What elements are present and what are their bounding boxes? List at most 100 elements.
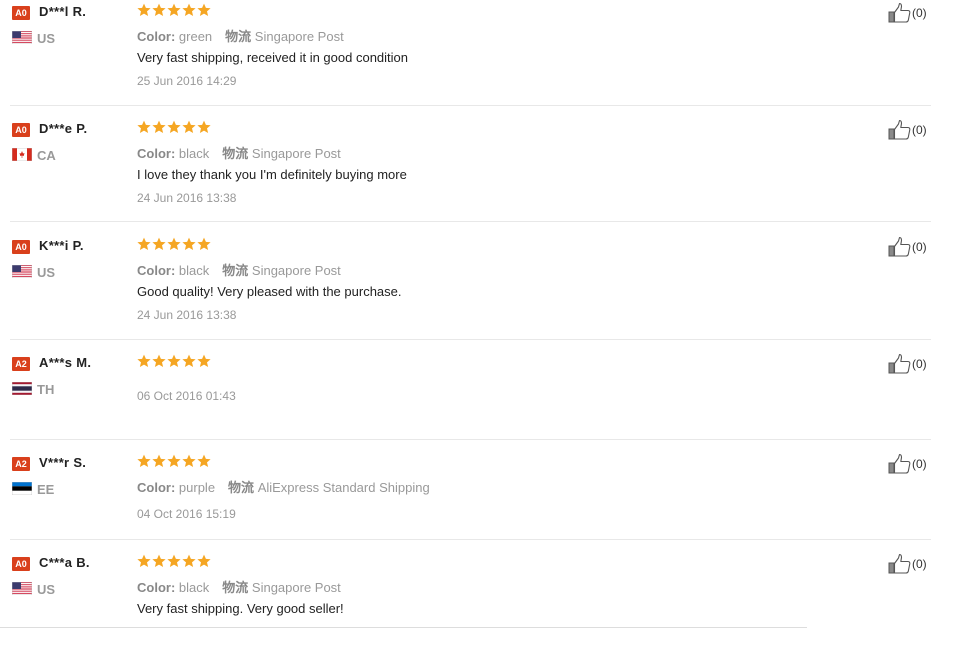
color-label: Color: (137, 146, 176, 161)
order-info: Color: black 物流 Singapore Post (137, 143, 341, 162)
helpful-button[interactable]: (0) (888, 353, 927, 375)
helpful-count: (0) (912, 123, 927, 137)
color-label: Color: (137, 263, 176, 278)
helpful-button[interactable]: (0) (888, 2, 927, 24)
order-info: Color: black 物流 Singapore Post (137, 577, 341, 596)
star-rating (137, 554, 212, 570)
helpful-button[interactable]: (0) (888, 553, 927, 575)
buyer-level-badge: A0 (12, 240, 30, 254)
us-flag-icon (12, 265, 32, 278)
thumbs-up-icon (888, 236, 911, 257)
buyer-country: US (37, 265, 56, 280)
thumbs-up-icon (888, 553, 911, 574)
review-text: Very fast shipping, received it in good … (137, 50, 409, 65)
star-icon (197, 120, 211, 133)
thumbs-up-icon (888, 353, 911, 374)
review-item: A0 C***a B. US Color: black 物流 Singapore Pos… (10, 551, 931, 627)
star-icon (167, 237, 181, 250)
star-rating (137, 237, 212, 253)
shipping-label: 物流 (225, 29, 252, 44)
star-icon (182, 237, 196, 250)
buyer-level-badge: A0 (12, 557, 30, 571)
star-rating (137, 354, 212, 370)
color-value: black (178, 263, 210, 278)
star-icon (152, 454, 166, 467)
review-item: A0 K***i P. US Color: black 物流 Singapore Pos… (10, 234, 931, 340)
helpful-button[interactable]: (0) (888, 236, 927, 258)
star-icon (152, 237, 166, 250)
shipping-label: 物流 (222, 263, 249, 278)
color-value: green (178, 29, 213, 44)
review-date: 04 Oct 2016 15:19 (137, 507, 236, 521)
star-icon (167, 120, 181, 133)
thumbs-up-icon (888, 119, 911, 140)
star-icon (137, 354, 151, 367)
star-icon (152, 120, 166, 133)
star-icon (152, 3, 166, 16)
review-text: I love they thank you I'm definitely buy… (137, 167, 407, 182)
review-date: 24 Jun 2016 13:38 (137, 308, 237, 322)
review-item: A2 V***r S. EE Color: purple 物流 AliExpress S… (10, 451, 931, 540)
star-icon (197, 554, 211, 567)
shipping-value: Singapore Post (251, 263, 341, 278)
star-icon (152, 554, 166, 567)
color-value: black (178, 580, 210, 595)
star-icon (182, 554, 196, 567)
star-icon (182, 354, 196, 367)
review-date: 24 Jun 2016 13:38 (137, 191, 237, 205)
helpful-button[interactable]: (0) (888, 453, 927, 475)
buyer-name: C***a B. (39, 555, 90, 570)
review-text: Good quality! Very pleased with the purc… (137, 284, 402, 299)
thumbs-up-icon (888, 2, 911, 23)
star-rating (137, 454, 212, 470)
star-icon (182, 120, 196, 133)
color-label: Color: (137, 480, 176, 495)
star-icon (167, 354, 181, 367)
review-text: Very fast shipping. Very good seller! (137, 601, 344, 616)
star-icon (137, 237, 151, 250)
buyer-name: D***e P. (39, 121, 88, 136)
divider (0, 627, 807, 628)
helpful-count: (0) (912, 557, 927, 571)
us-flag-icon (12, 582, 32, 595)
star-icon (167, 3, 181, 16)
review-item: A0 D***l R. US Color: green 物流 Singapore Pos… (10, 0, 931, 106)
buyer-country: TH (37, 382, 55, 397)
buyer-level-badge: A2 (12, 457, 30, 471)
star-icon (197, 354, 211, 367)
color-label: Color: (137, 580, 176, 595)
shipping-value: Singapore Post (251, 580, 341, 595)
star-icon (197, 237, 211, 250)
helpful-count: (0) (912, 6, 927, 20)
thumbs-up-icon (888, 453, 911, 474)
buyer-level-badge: A0 (12, 123, 30, 137)
star-icon (152, 354, 166, 367)
review-date: 06 Oct 2016 01:43 (137, 389, 236, 403)
shipping-value: Singapore Post (254, 29, 344, 44)
buyer-level-badge: A0 (12, 6, 30, 20)
buyer-name: V***r S. (39, 455, 87, 470)
shipping-label: 物流 (222, 580, 249, 595)
th-flag-icon (12, 382, 32, 395)
star-icon (182, 3, 196, 16)
star-icon (197, 3, 211, 16)
helpful-count: (0) (912, 457, 927, 471)
color-value: black (178, 146, 210, 161)
helpful-count: (0) (912, 357, 927, 371)
buyer-country: US (37, 31, 56, 46)
review-date: 25 Jun 2016 14:29 (137, 74, 237, 88)
helpful-count: (0) (912, 240, 927, 254)
buyer-country: EE (37, 482, 55, 497)
star-icon (137, 454, 151, 467)
shipping-value: Singapore Post (251, 146, 341, 161)
ee-flag-icon (12, 482, 32, 495)
star-icon (137, 120, 151, 133)
buyer-name: A***s M. (39, 355, 92, 370)
ca-flag-icon (12, 148, 32, 161)
buyer-level-badge: A2 (12, 357, 30, 371)
us-flag-icon (12, 31, 32, 44)
color-label: Color: (137, 29, 176, 44)
helpful-button[interactable]: (0) (888, 119, 927, 141)
star-icon (182, 454, 196, 467)
star-icon (137, 554, 151, 567)
